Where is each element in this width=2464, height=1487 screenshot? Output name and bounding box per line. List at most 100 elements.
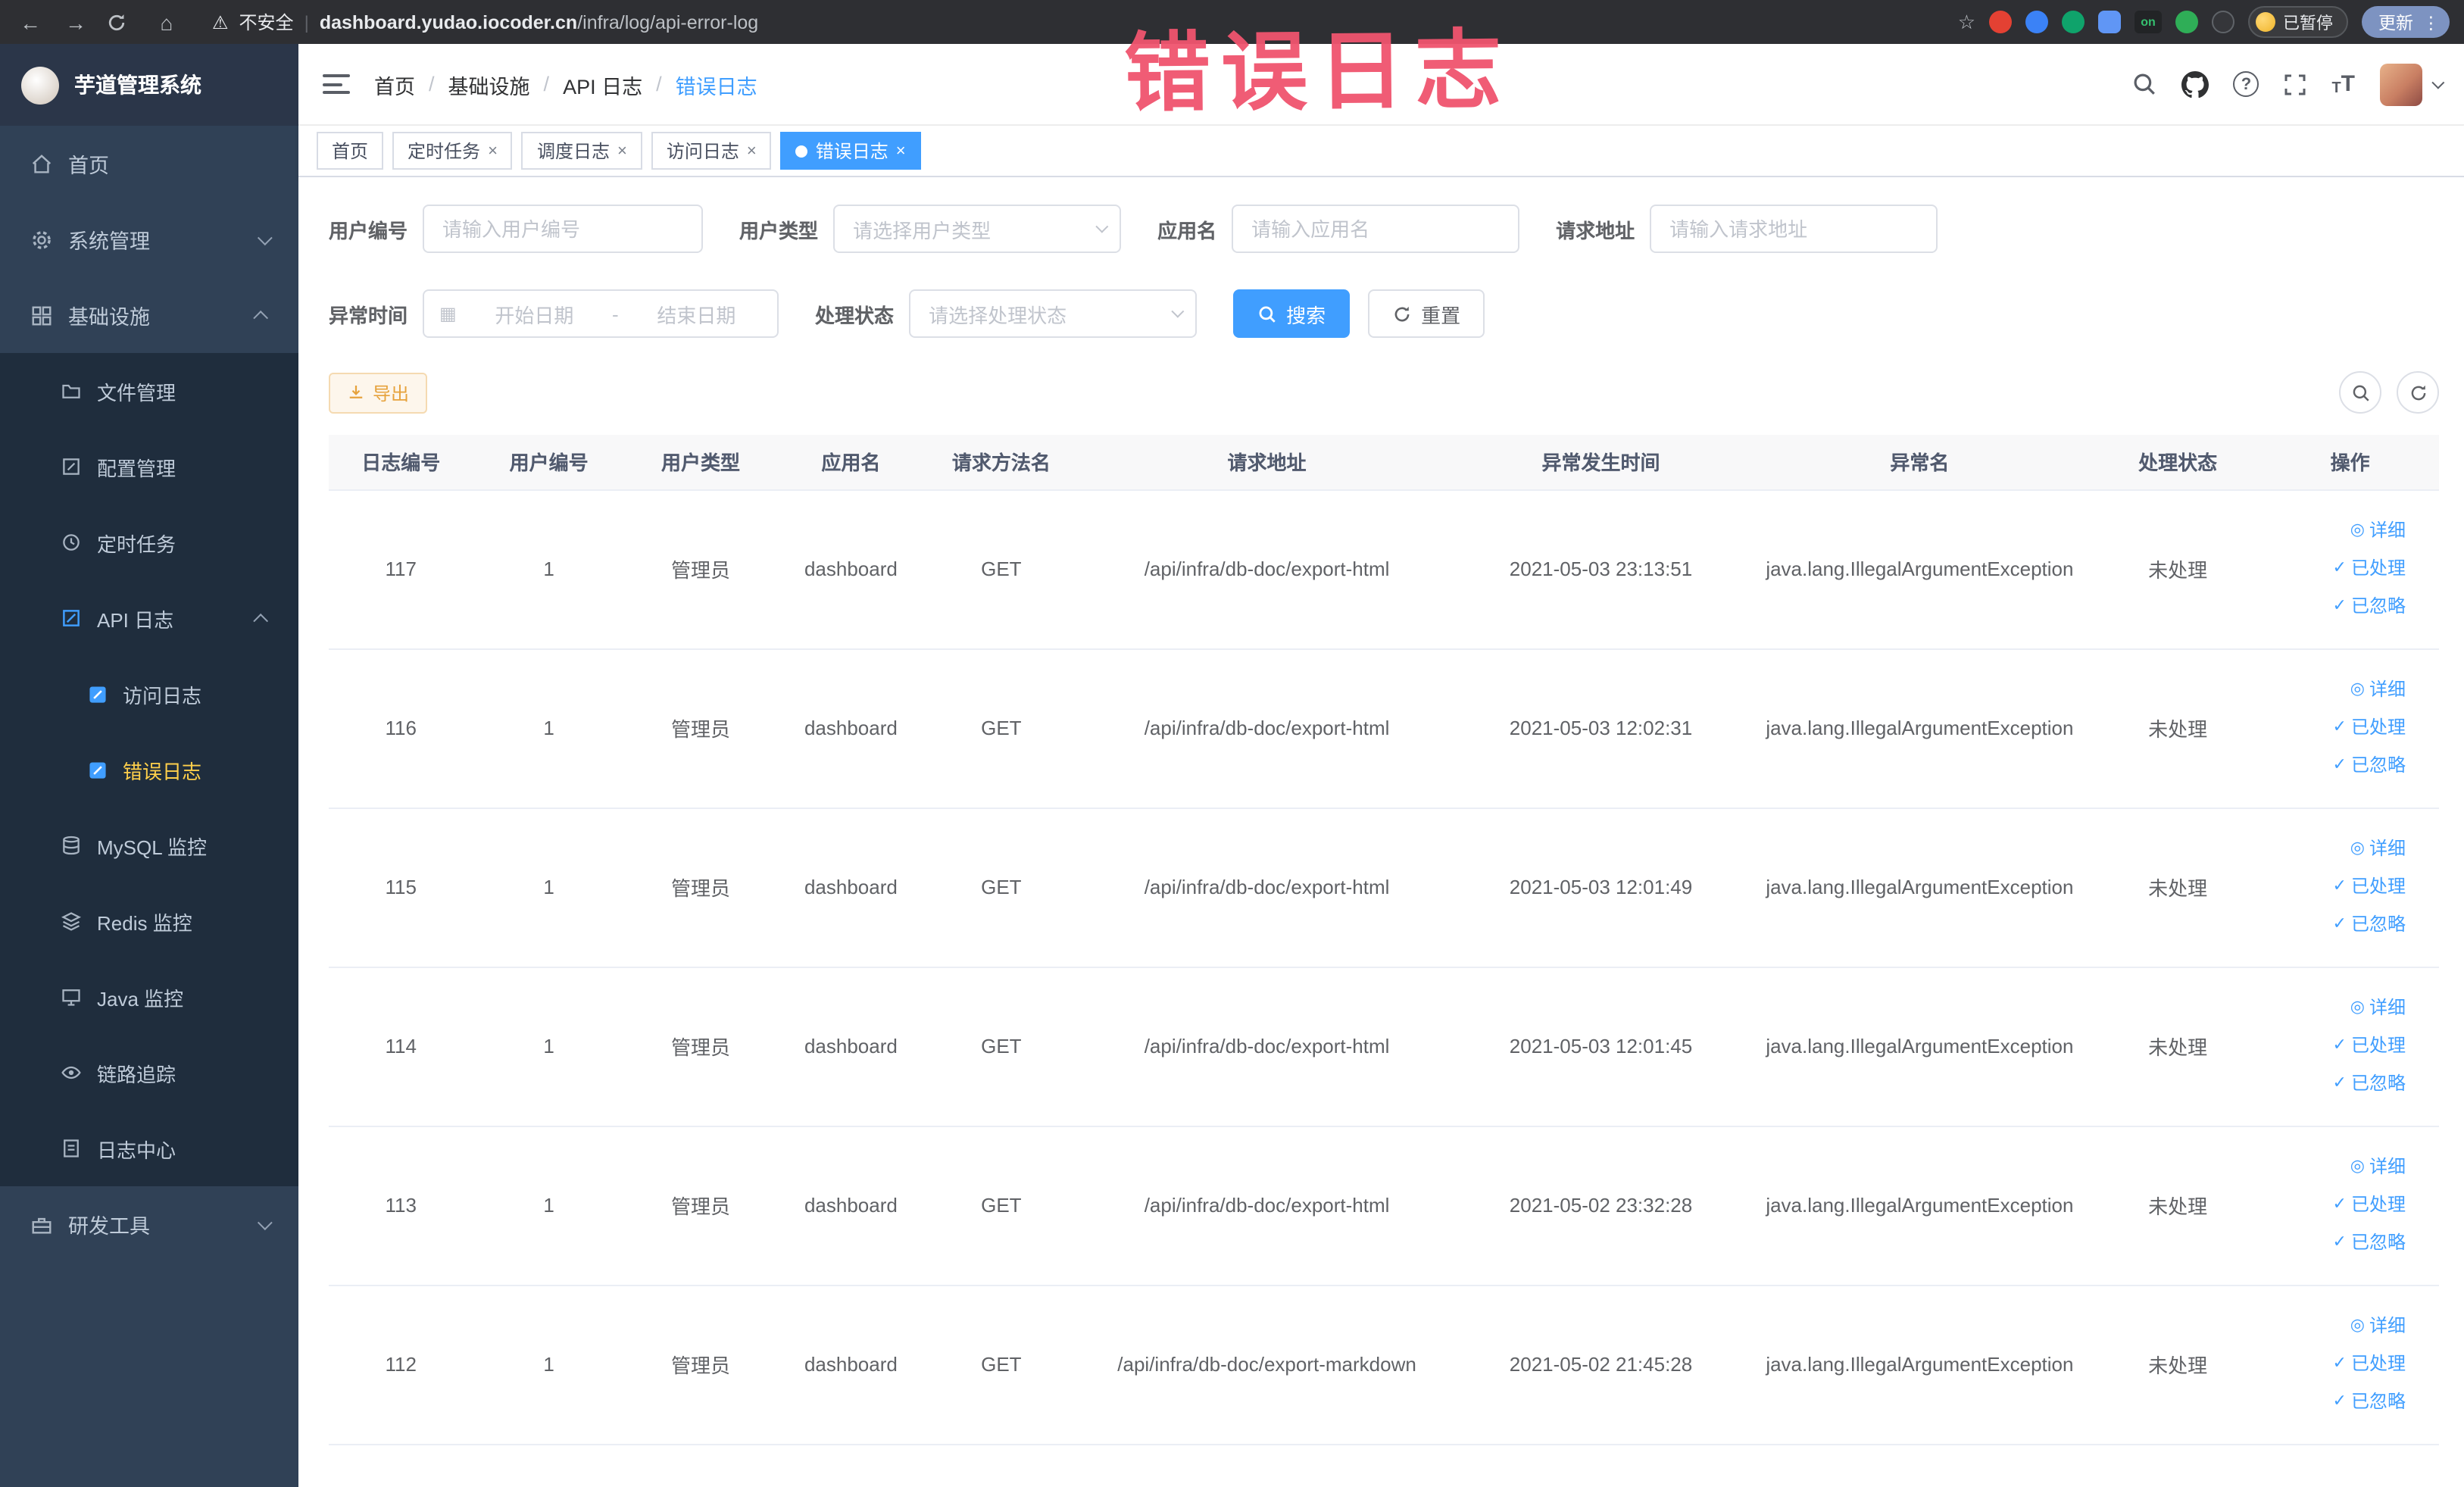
extension-icon-1[interactable] [1989, 11, 2012, 33]
app-name-input[interactable] [1232, 205, 1520, 253]
sidebar-item-dev-tools[interactable]: 研发工具 [0, 1186, 298, 1262]
github-icon[interactable] [2181, 70, 2209, 98]
check-icon: ✓ [2332, 559, 2347, 577]
extension-icon-2[interactable] [2025, 11, 2048, 33]
process-status-select[interactable]: 请选择处理状态 [909, 289, 1198, 338]
detail-link[interactable]: ◎ 详细 [2350, 991, 2406, 1026]
search-icon[interactable] [2131, 71, 2157, 97]
mark-ignored-link[interactable]: ✓ 已忽略 [2333, 1385, 2406, 1420]
mark-ignored-link[interactable]: ✓ 已忽略 [2333, 908, 2406, 942]
extension-icon-5[interactable] [2175, 11, 2198, 33]
page-content: 用户编号 用户类型 请选择用户类型 应用名 [298, 177, 2464, 1487]
update-button[interactable]: 更新 ⋮ [2362, 6, 2449, 38]
sidebar-item-label: 基础设施 [68, 306, 150, 329]
mark-ignored-link[interactable]: ✓ 已忽略 [2333, 589, 2406, 624]
sidebar-item-system[interactable]: 系统管理 [0, 201, 298, 277]
sidebar-item-label: 访问日志 [123, 684, 202, 707]
sidebar-item-label: 链路追踪 [97, 1063, 176, 1086]
refresh-button[interactable] [2397, 371, 2439, 414]
eye-icon: ◎ [2350, 680, 2365, 698]
screen: ← → ⌂ ⚠ 不安全 | dashboard.yudao.iocoder.cn… [0, 0, 2464, 1487]
url-path: /infra/log/api-error-log [577, 11, 759, 33]
tab-error-log[interactable]: 错误日志 × [780, 132, 921, 170]
tab-home[interactable]: 首页 [317, 132, 384, 170]
request-url-input[interactable] [1650, 205, 1938, 253]
user-id-input[interactable] [423, 205, 704, 253]
breadcrumb-item[interactable]: API 日志 [563, 69, 642, 99]
app-logo[interactable]: 芋道管理系统 [0, 44, 298, 126]
search-button-label: 搜索 [1286, 304, 1326, 326]
sidebar-item-config-mgmt[interactable]: 配置管理 [0, 429, 298, 505]
date-range-picker[interactable]: ▦ 开始日期 - 结束日期 [423, 289, 779, 338]
extension-icon-puzzle[interactable] [2098, 11, 2121, 33]
user-type-select[interactable]: 请选择用户类型 [833, 205, 1122, 253]
sidebar-item-access-log[interactable]: 访问日志 [0, 656, 298, 732]
filter-exception-time: 异常时间 ▦ 开始日期 - 结束日期 [329, 289, 779, 338]
user-menu[interactable] [2379, 63, 2444, 105]
extension-icon-3[interactable] [2062, 11, 2085, 33]
detail-link[interactable]: ◎ 详细 [2350, 1309, 2406, 1344]
cell-log-id: 114 [329, 967, 473, 1126]
close-icon[interactable]: × [617, 142, 627, 160]
tab-schedule-log[interactable]: 调度日志 × [521, 132, 642, 170]
mark-processed-link[interactable]: ✓ 已处理 [2333, 870, 2406, 904]
address-bar[interactable]: ⚠ 不安全 | dashboard.yudao.iocoder.cn/infra… [212, 9, 1943, 35]
reset-button[interactable]: 重置 [1368, 289, 1485, 338]
close-icon[interactable]: × [747, 142, 757, 160]
detail-link[interactable]: ◎ 详细 [2350, 1150, 2406, 1185]
font-size-icon[interactable]: TT [2331, 71, 2355, 97]
cell-exception-name: java.lang.IllegalArgumentException [1744, 1126, 2094, 1286]
export-button[interactable]: 导出 [329, 372, 428, 413]
sidebar-item-redis-monitor[interactable]: Redis 监控 [0, 883, 298, 959]
breadcrumb-item[interactable]: 首页 [374, 69, 415, 99]
mark-processed-link[interactable]: ✓ 已处理 [2333, 1347, 2406, 1382]
forward-icon[interactable]: → [61, 10, 91, 34]
mark-processed-link[interactable]: ✓ 已处理 [2333, 551, 2406, 586]
cell-method: GET [925, 967, 1078, 1126]
sidebar-item-api-logs[interactable]: API 日志 [0, 580, 298, 656]
sidebar-item-error-log[interactable]: 错误日志 [0, 732, 298, 808]
extension-icon-on[interactable]: on [2135, 11, 2162, 33]
mark-ignored-link[interactable]: ✓ 已忽略 [2333, 1067, 2406, 1101]
col-actions: 操作 [2261, 435, 2439, 490]
mark-processed-link[interactable]: ✓ 已处理 [2333, 1029, 2406, 1064]
sidebar-item-log-center[interactable]: 日志中心 [0, 1111, 298, 1186]
sidebar-item-tracing[interactable]: 链路追踪 [0, 1035, 298, 1111]
detail-link[interactable]: ◎ 详细 [2350, 673, 2406, 708]
cell-user-id: 1 [473, 489, 625, 649]
sidebar-item-mysql-monitor[interactable]: MySQL 监控 [0, 808, 298, 883]
tab-scheduled-jobs[interactable]: 定时任务 × [392, 132, 513, 170]
reset-button-label: 重置 [1421, 304, 1461, 326]
mark-ignored-link[interactable]: ✓ 已忽略 [2333, 1226, 2406, 1261]
mark-processed-link[interactable]: ✓ 已处理 [2333, 1188, 2406, 1223]
bookmark-star-icon[interactable]: ☆ [1958, 10, 1975, 34]
cell-user-type: 管理员 [624, 1285, 777, 1445]
breadcrumb-separator: / [656, 73, 662, 95]
search-button[interactable]: 搜索 [1233, 289, 1351, 338]
extension-icon-paw[interactable] [2212, 11, 2234, 33]
help-icon[interactable]: ? [2233, 71, 2259, 97]
fullscreen-icon[interactable] [2283, 72, 2307, 96]
sidebar-item-scheduled-jobs[interactable]: 定时任务 [0, 505, 298, 580]
reload-icon[interactable] [106, 11, 136, 33]
cell-user-id: 1 [473, 967, 625, 1126]
mark-processed-link[interactable]: ✓ 已处理 [2333, 711, 2406, 745]
detail-link[interactable]: ◎ 详细 [2350, 832, 2406, 867]
breadcrumb-item[interactable]: 基础设施 [448, 69, 530, 99]
cell-request-url: /api/infra/db-doc/export-html [1077, 808, 1457, 967]
eye-icon: ◎ [2350, 1157, 2365, 1176]
mark-ignored-link[interactable]: ✓ 已忽略 [2333, 748, 2406, 783]
sidebar-item-infra[interactable]: 基础设施 [0, 277, 298, 353]
detail-link[interactable]: ◎ 详细 [2350, 514, 2406, 548]
close-icon[interactable]: × [488, 142, 498, 160]
home-icon[interactable]: ⌂ [151, 10, 182, 34]
paused-badge[interactable]: 已暂停 [2248, 6, 2348, 38]
sidebar-item-file-mgmt[interactable]: 文件管理 [0, 353, 298, 429]
hamburger-icon[interactable] [323, 74, 350, 94]
close-icon[interactable]: × [896, 142, 906, 160]
sidebar-item-home[interactable]: 首页 [0, 126, 298, 201]
tab-access-log[interactable]: 访问日志 × [651, 132, 772, 170]
back-icon[interactable]: ← [15, 10, 45, 34]
toggle-search-button[interactable] [2339, 371, 2381, 414]
sidebar-item-java-monitor[interactable]: Java 监控 [0, 959, 298, 1035]
